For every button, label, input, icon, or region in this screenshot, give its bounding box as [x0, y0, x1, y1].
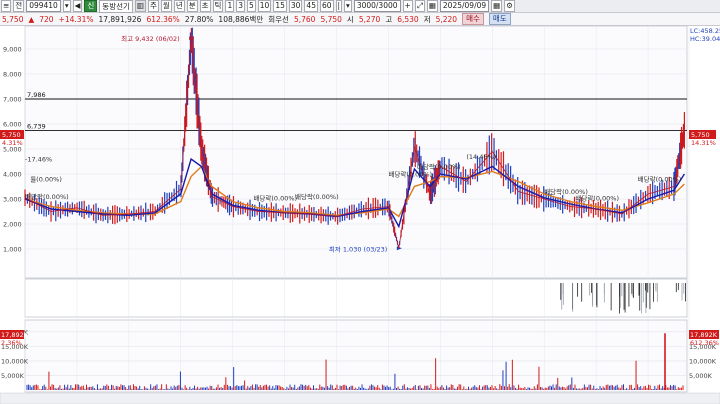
- stock-name: 동방선기: [99, 0, 133, 13]
- period-button-month[interactable]: 월: [160, 0, 172, 12]
- price-change-percent: +14.31%: [58, 14, 94, 24]
- indicator-panel: [24, 278, 688, 318]
- period-indicator-icon[interactable]: ▥: [134, 0, 146, 12]
- lc-value: LC:458.25: [690, 27, 720, 35]
- minute-button-5[interactable]: 5: [247, 0, 256, 12]
- custom-period-button[interactable]: |: [335, 0, 343, 12]
- reference-line-label-7986: 7,986: [27, 91, 46, 99]
- calendar-icon[interactable]: ▦: [491, 0, 503, 12]
- minute-button-10[interactable]: 10: [257, 0, 272, 12]
- volume-right-tick-label: 10,000K: [689, 357, 717, 365]
- low-label: 저: [423, 14, 431, 24]
- sell-button[interactable]: 매도: [488, 13, 511, 25]
- minute-button-3[interactable]: 3: [236, 0, 245, 12]
- settings-icon[interactable]: ⚙: [504, 0, 515, 12]
- chart-icon[interactable]: ▦: [426, 0, 438, 12]
- minute-button-1[interactable]: 1: [225, 0, 235, 12]
- y-tick-label: 3,000: [3, 196, 22, 204]
- stock-chart[interactable]: 9,0008,0007,0006,0005,0004,0003,0002,000…: [0, 26, 720, 404]
- toolbar: ≡ 전 099410 ▾ ◀ 신 동방선기 ▥ 주 월 년 분 초 틱 1 3 …: [0, 0, 720, 13]
- market-label: 회우선: [268, 14, 289, 24]
- hc-value: HC:39.04: [690, 35, 720, 43]
- volume-right-tick-label: 5,000K: [689, 372, 713, 380]
- event-label: 배당락(0.00%): [253, 193, 297, 202]
- price-panel: [24, 26, 688, 279]
- custom-period-dropdown[interactable]: ▾: [344, 0, 352, 12]
- event-label: 배당락(0.00%): [295, 192, 339, 201]
- reference-line-label-6739: 6,739: [27, 123, 46, 131]
- x-axis: [0, 392, 720, 404]
- y-tick-label: 6,000: [3, 121, 22, 129]
- event-label: 배당락(0.00%): [638, 175, 682, 184]
- left-price-pct: 4.31%: [2, 139, 23, 147]
- minute-button-15[interactable]: 15: [273, 0, 287, 12]
- period-button-tick[interactable]: 틱: [212, 0, 224, 12]
- event-label: (14.46%): [466, 153, 496, 161]
- volume-ratio: 612.36%: [146, 14, 180, 24]
- trade-amount: 108,886백만: [218, 14, 264, 24]
- increase-count-icon[interactable]: +: [402, 0, 413, 12]
- volume-y-tick-label: 5,000K: [1, 372, 25, 380]
- period-button-second[interactable]: 초: [199, 0, 211, 12]
- high-value: 6,530: [397, 14, 419, 24]
- period-button-minute[interactable]: 분: [186, 0, 198, 12]
- y-tick-label: 8,000: [3, 71, 22, 79]
- high-label: 고: [385, 14, 393, 24]
- y-tick-label: 2,000: [3, 221, 22, 229]
- right-price: 5,750: [691, 131, 710, 139]
- stock-code-input[interactable]: 099410: [26, 0, 61, 12]
- current-price: 5,750: [2, 14, 24, 24]
- period-button-year[interactable]: 년: [173, 0, 185, 12]
- scope-select[interactable]: 전: [13, 0, 25, 12]
- y-tick-label: 7,000: [3, 96, 22, 104]
- turnover-rate: 27.80%: [184, 14, 214, 24]
- low-value: 5,220: [435, 14, 458, 24]
- volume-panel: [24, 319, 688, 393]
- left-volume-pct: 2.36%: [1, 339, 22, 347]
- zoom-icon[interactable]: ⤢: [414, 0, 425, 12]
- up-arrow-icon: ▲: [28, 14, 35, 24]
- open-value: 5,270: [358, 14, 381, 24]
- right-volume: 17,892K: [690, 331, 718, 339]
- minute-button-30[interactable]: 30: [288, 0, 303, 12]
- minute-button-60[interactable]: 60: [319, 0, 334, 12]
- left-price: 5,750: [2, 131, 21, 139]
- event-label: 배당락(0.00%): [575, 193, 619, 202]
- min-price-label: 최저 1,030 (03/23): [329, 244, 388, 253]
- prev-icon[interactable]: ◀: [72, 0, 83, 12]
- event-label: 률(0.00%): [30, 176, 62, 184]
- minute-button-45[interactable]: 45: [304, 0, 318, 12]
- buy-button[interactable]: 매수: [462, 13, 484, 25]
- max-price-label: 최고 9,432 (06/02): [121, 34, 180, 43]
- stock-badge: 신: [84, 0, 98, 12]
- right-volume-pct: 612.36%: [690, 339, 719, 347]
- event-label: 배당락(0.00%): [417, 162, 461, 171]
- y-tick-label: 4,000: [3, 171, 22, 179]
- y-tick-label: 9,000: [3, 46, 22, 54]
- ask-price: 5,760: [293, 14, 316, 24]
- period-button-week[interactable]: 주: [148, 0, 159, 12]
- menu-icon[interactable]: ≡: [1, 0, 12, 12]
- bid-price: 5,750: [320, 14, 342, 24]
- left-volume: 17,892K: [1, 331, 29, 339]
- event-label: -17.46%: [25, 156, 52, 164]
- volume-value: 17,891,926: [98, 14, 142, 24]
- open-label: 시: [346, 14, 354, 24]
- search-icon[interactable]: ▾: [62, 0, 71, 12]
- y-tick-label: 1,000: [3, 246, 22, 254]
- right-price-pct: 14.31%: [691, 139, 716, 147]
- quote-bar: 5,750 ▲ 720 +14.31% 17,891,926 612.36% 2…: [0, 13, 720, 26]
- data-count-input[interactable]: 3000/3000: [353, 0, 401, 12]
- event-label: 배당락(0.00%): [25, 192, 69, 201]
- volume-y-tick-label: 10,000K: [1, 357, 29, 365]
- date-input[interactable]: 2025/09/09: [439, 0, 490, 12]
- price-change: 720: [39, 14, 54, 24]
